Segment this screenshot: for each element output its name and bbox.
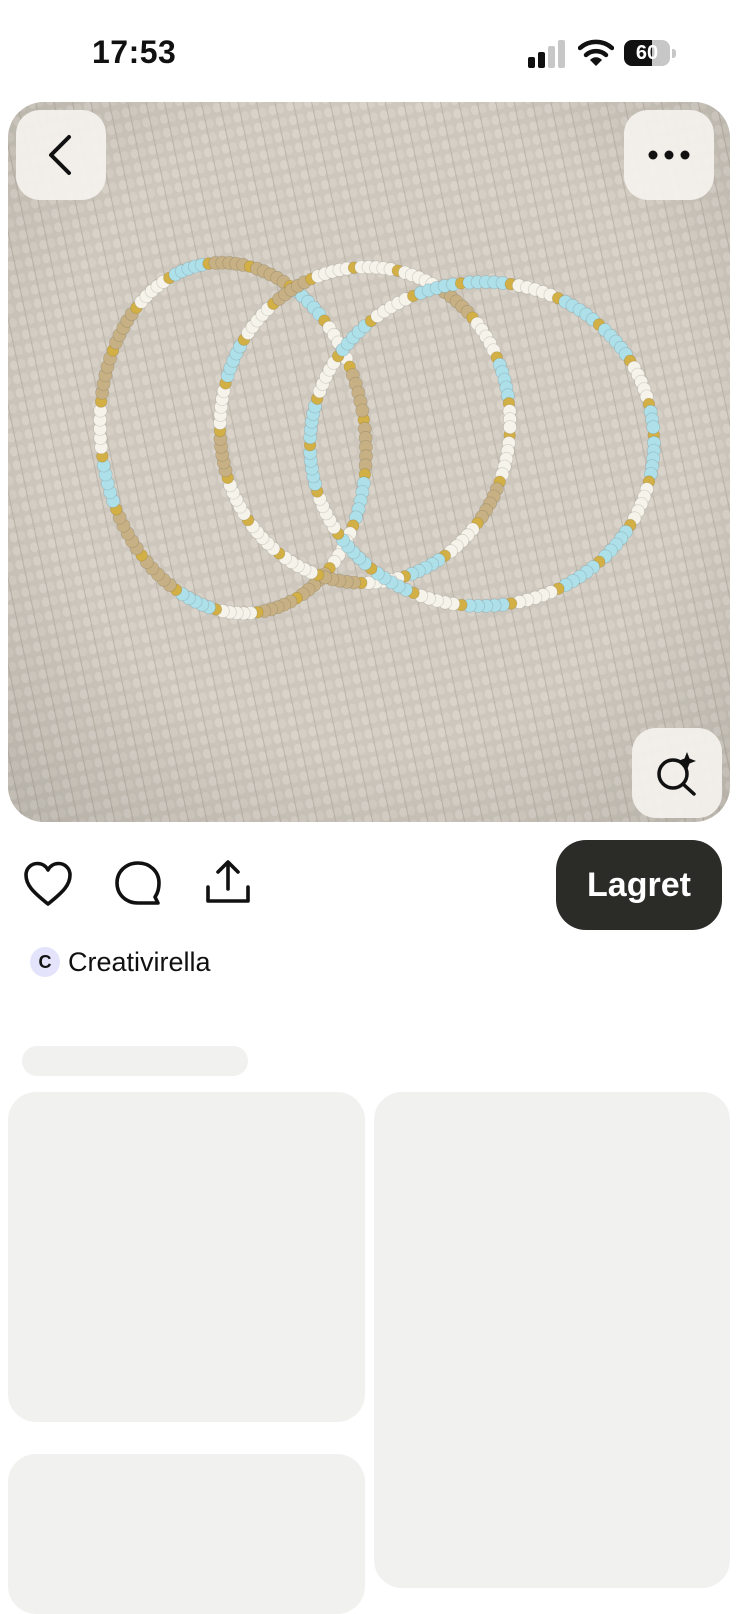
creator-link[interactable]: C Creativirella [30,942,211,982]
share-button[interactable] [202,856,254,908]
like-button[interactable] [22,858,74,910]
cellular-signal-icon [528,40,565,68]
heart-icon [24,861,72,906]
lens-sparkle-icon [657,752,696,796]
comment-button[interactable] [112,858,164,910]
pin-actions: Lagret [0,830,738,940]
comment-icon [115,861,161,905]
beaded-bracelets-photo [8,102,730,822]
battery-percentage: 60 [635,42,659,64]
ellipsis-icon [648,150,690,160]
creator-avatar: C [30,947,60,977]
loading-pin-placeholder [374,1092,730,1588]
back-button[interactable] [16,110,106,200]
wifi-icon [578,39,614,66]
pin-image[interactable] [8,102,730,822]
loading-pin-placeholder [8,1454,365,1614]
status-bar: 17:53 60 [0,0,738,100]
creator-name: Creativirella [68,946,211,977]
visual-search-button[interactable] [632,728,722,818]
status-time: 17:53 [92,34,177,70]
more-options-button[interactable] [624,110,714,200]
saved-button[interactable]: Lagret [556,840,722,930]
chevron-left-icon [49,135,71,175]
share-icon [206,860,250,903]
loading-title-placeholder [22,1046,248,1076]
loading-pin-placeholder [8,1092,365,1422]
battery-icon: 60 [624,40,676,68]
